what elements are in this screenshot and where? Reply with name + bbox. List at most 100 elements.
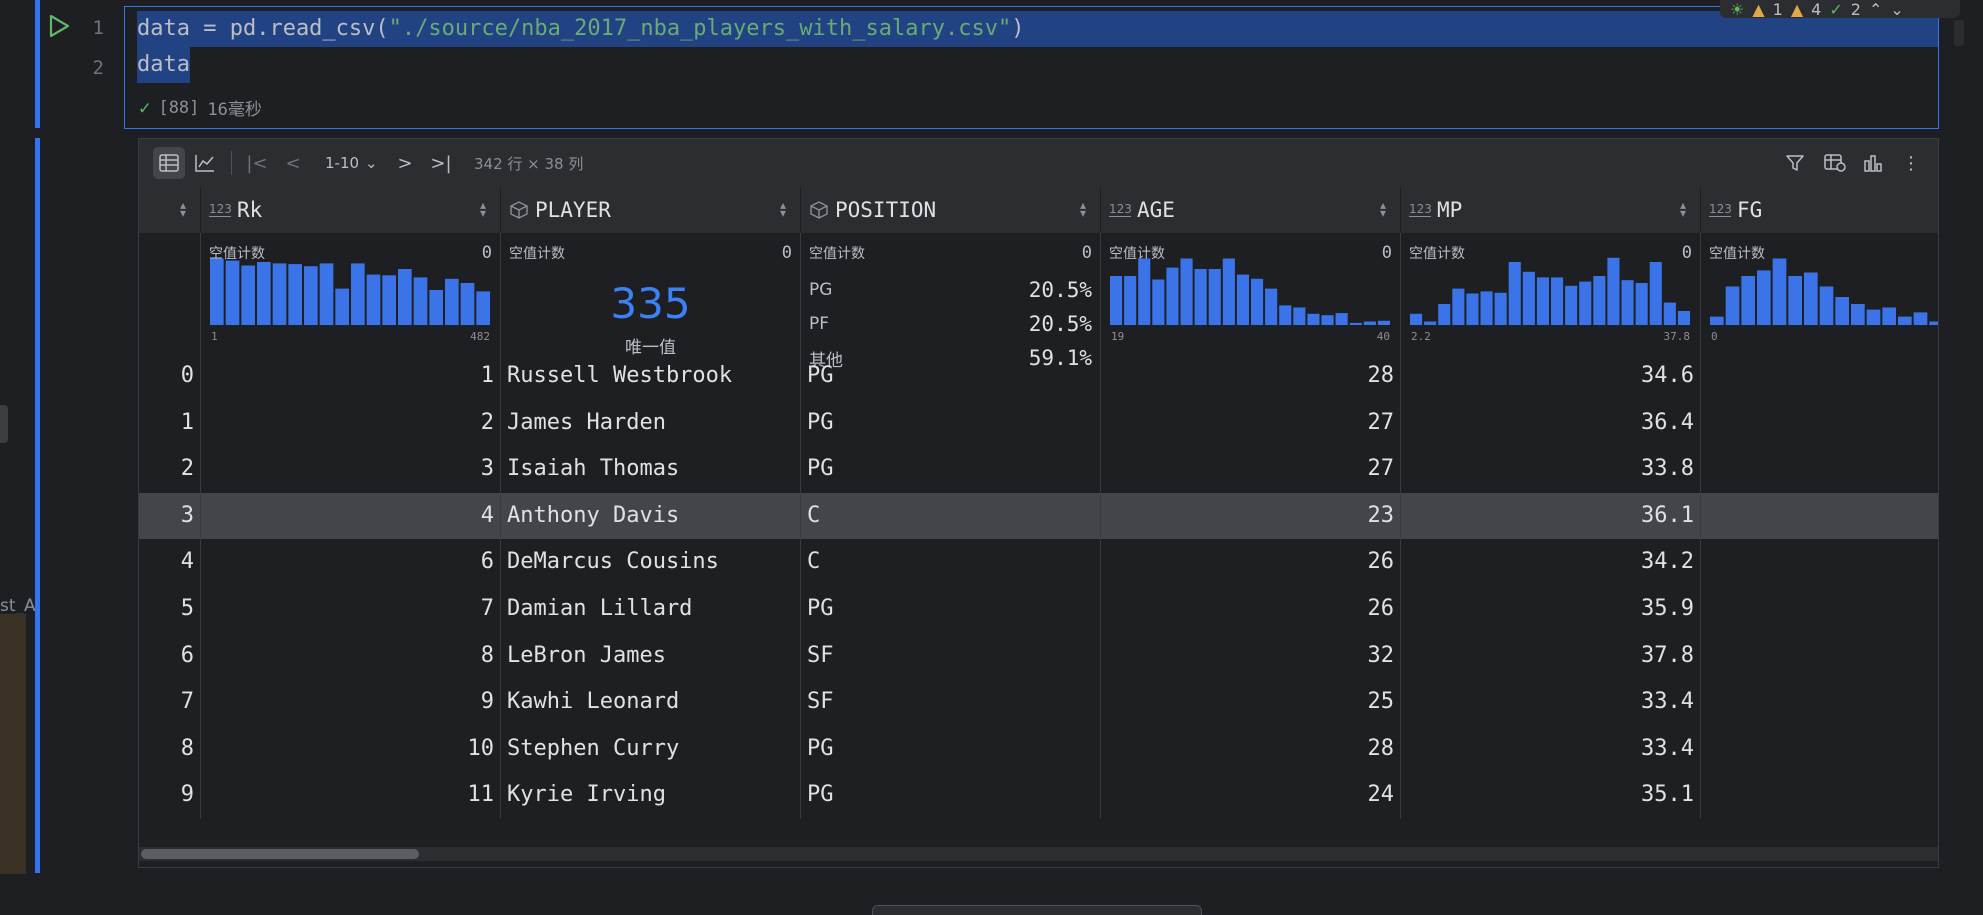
- code-line[interactable]: data: [137, 47, 190, 83]
- histogram-bar[interactable]: [1279, 305, 1292, 325]
- sort-icon[interactable]: ▴ ▾: [480, 199, 486, 219]
- mp-cell[interactable]: 35.1: [1401, 772, 1701, 819]
- rk-cell[interactable]: 2: [201, 399, 501, 447]
- player-cell[interactable]: Kawhi Leonard: [501, 679, 801, 726]
- rk-cell[interactable]: 3: [201, 446, 501, 493]
- code-cell-editor[interactable]: data = pd.read_csv("./source/nba_2017_nb…: [124, 6, 1939, 129]
- histogram-bar[interactable]: [1635, 283, 1648, 325]
- position-cell[interactable]: PG: [801, 353, 1101, 400]
- sort-icon[interactable]: ▴ ▾: [780, 199, 786, 219]
- sort-icon[interactable]: ▴ ▾: [1080, 199, 1086, 219]
- column-header-age[interactable]: 123 AGE ▴ ▾: [1101, 187, 1401, 233]
- chart-view-button[interactable]: [189, 147, 221, 179]
- age-cell[interactable]: 28: [1101, 725, 1401, 773]
- histogram-bar[interactable]: [1152, 279, 1165, 326]
- histogram-bar[interactable]: [445, 278, 459, 325]
- histogram-bar[interactable]: [366, 274, 381, 325]
- player-cell[interactable]: Kyrie Irving: [501, 772, 801, 819]
- mp-cell[interactable]: 33.4: [1401, 725, 1701, 773]
- histogram-bar[interactable]: [210, 258, 224, 326]
- histogram-bar[interactable]: [1251, 278, 1264, 325]
- position-cell[interactable]: SF: [801, 632, 1101, 680]
- histogram-bar[interactable]: [1913, 312, 1928, 325]
- histogram-bar[interactable]: [241, 265, 255, 326]
- table-row[interactable]: 9 11 Kyrie Irving PG 24 35.1: [139, 772, 1938, 819]
- filter-button[interactable]: [1779, 147, 1811, 179]
- histogram-bar[interactable]: [1565, 285, 1578, 325]
- histogram-bar[interactable]: [1307, 313, 1320, 325]
- histogram-bar[interactable]: [413, 277, 428, 325]
- histogram-bar[interactable]: [1579, 281, 1592, 325]
- histogram-bar[interactable]: [460, 283, 475, 325]
- histogram-bar[interactable]: [1522, 271, 1535, 325]
- mp-cell[interactable]: 33.4: [1401, 679, 1701, 726]
- histogram-bar[interactable]: [1851, 304, 1865, 325]
- more-options-button[interactable]: ⋮: [1895, 147, 1927, 179]
- histogram-bar[interactable]: [1929, 321, 1939, 326]
- histogram[interactable]: [209, 255, 491, 325]
- mp-cell[interactable]: 36.1: [1401, 492, 1701, 540]
- code-line[interactable]: data = pd.read_csv("./source/nba_2017_nb…: [137, 11, 1938, 47]
- player-cell[interactable]: DeMarcus Cousins: [501, 539, 801, 586]
- position-cell[interactable]: PG: [801, 772, 1101, 819]
- row-index-cell[interactable]: 6: [139, 632, 201, 680]
- inspection-widget[interactable]: ☀ ▲ 1 ▲ 4 ✓ 2 ⌃ ⌄: [1720, 0, 1960, 18]
- player-cell[interactable]: James Harden: [501, 399, 801, 447]
- histogram-bar[interactable]: [1898, 316, 1912, 325]
- fg-cell[interactable]: [1701, 446, 1938, 493]
- histogram-bar[interactable]: [1757, 270, 1771, 325]
- fg-cell[interactable]: [1701, 539, 1938, 586]
- column-header-player[interactable]: PLAYER ▴ ▾: [501, 187, 801, 233]
- left-tool-tab[interactable]: [0, 405, 8, 443]
- row-index-cell[interactable]: 2: [139, 446, 201, 493]
- last-page-button[interactable]: >|: [425, 147, 457, 179]
- histogram-bar[interactable]: [1649, 262, 1662, 325]
- histogram-bar[interactable]: [1194, 269, 1207, 325]
- histogram-bar[interactable]: [1772, 258, 1787, 326]
- histogram-bar[interactable]: [1466, 293, 1479, 326]
- position-cell[interactable]: PG: [801, 725, 1101, 773]
- row-index-cell[interactable]: 4: [139, 539, 201, 586]
- fg-cell[interactable]: [1701, 726, 1938, 773]
- histogram-bar[interactable]: [1293, 307, 1306, 326]
- histogram-bar[interactable]: [351, 263, 365, 325]
- run-cell-button[interactable]: [46, 13, 72, 39]
- histogram-bar[interactable]: [1494, 292, 1507, 325]
- histogram-bar[interactable]: [1835, 297, 1849, 325]
- histogram-bar[interactable]: [1265, 288, 1278, 325]
- fg-cell[interactable]: [1701, 400, 1938, 447]
- sort-icon[interactable]: ▴ ▾: [180, 199, 186, 219]
- histogram-bar[interactable]: [382, 275, 396, 325]
- histogram-bar[interactable]: [1335, 313, 1348, 325]
- prev-page-button[interactable]: <: [277, 147, 309, 179]
- age-cell[interactable]: 32: [1101, 632, 1401, 680]
- fg-cell[interactable]: [1701, 679, 1938, 726]
- histogram[interactable]: [1109, 255, 1391, 325]
- histogram-bar[interactable]: [1804, 272, 1818, 326]
- sort-icon[interactable]: ▴ ▾: [1680, 199, 1686, 219]
- histogram-bar[interactable]: [1208, 269, 1221, 325]
- histogram-bar[interactable]: [319, 263, 334, 325]
- player-cell[interactable]: Russell Westbrook: [501, 353, 801, 400]
- column-header-position[interactable]: POSITION ▴ ▾: [801, 187, 1101, 233]
- histogram-bar[interactable]: [1710, 316, 1724, 325]
- position-cell[interactable]: C: [801, 539, 1101, 586]
- first-page-button[interactable]: |<: [241, 147, 273, 179]
- histogram-bar[interactable]: [1677, 311, 1690, 325]
- rk-cell[interactable]: 1: [201, 353, 501, 400]
- scrollbar-thumb[interactable]: [141, 849, 419, 859]
- page-range-select[interactable]: 1-10 ⌄: [325, 151, 378, 175]
- fg-cell[interactable]: [1701, 353, 1938, 400]
- histogram-bar[interactable]: [1222, 258, 1235, 326]
- rk-cell[interactable]: 8: [201, 632, 501, 680]
- fg-cell[interactable]: [1701, 633, 1938, 680]
- histogram-bar[interactable]: [335, 288, 349, 325]
- histogram-bar[interactable]: [1607, 257, 1620, 325]
- table-row[interactable]: 2 3 Isaiah Thomas PG 27 33.8: [139, 446, 1938, 493]
- histogram[interactable]: [1409, 255, 1691, 325]
- table-view-button[interactable]: [153, 147, 185, 179]
- histogram-bar[interactable]: [1321, 315, 1334, 325]
- histogram-bar[interactable]: [1110, 276, 1123, 325]
- mp-cell[interactable]: 33.8: [1401, 446, 1701, 493]
- histogram-bar[interactable]: [398, 269, 412, 325]
